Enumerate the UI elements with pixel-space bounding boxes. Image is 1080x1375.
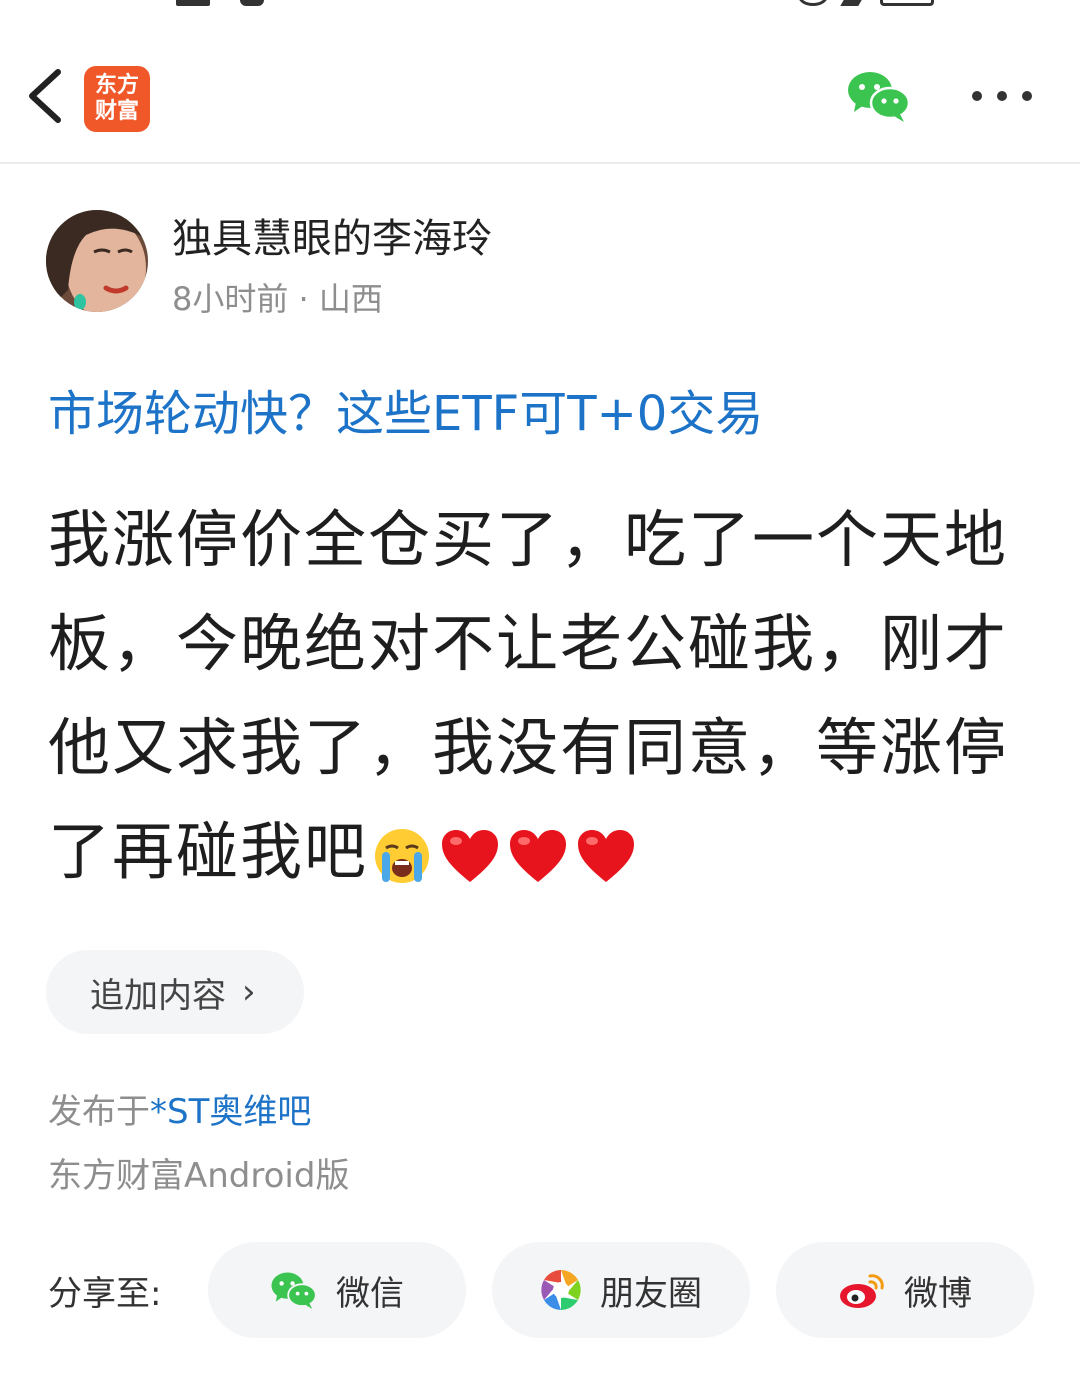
logo-text-top: 东方 [94, 72, 139, 98]
post-body: 我涨停价全仓买了，吃了一个天地板，今晚绝对不让老公碰我，刚才他又求我了，我没有同… [48, 488, 1048, 904]
top-nav-bar: 东方 财富 [0, 30, 1080, 164]
share-wechat-button[interactable]: 微信 [208, 1242, 466, 1338]
chevron-right-icon: › [242, 972, 256, 1012]
published-prefix: 发布于 [48, 1092, 150, 1132]
avatar-image [46, 210, 148, 312]
stock-bar-link[interactable]: *ST奥维吧 [150, 1092, 311, 1132]
append-content-button[interactable]: 追加内容 › [46, 950, 304, 1034]
more-dots-icon [972, 91, 982, 101]
heart-icon [510, 829, 567, 882]
share-moments-label: 朋友圈 [600, 1273, 702, 1314]
post-meta: 8小时前 · 山西 [172, 280, 383, 318]
more-options-button[interactable] [972, 86, 1032, 106]
eastmoney-logo: 东方 财富 [84, 66, 150, 132]
signal-icon [176, 0, 210, 6]
moments-icon [541, 1270, 581, 1310]
heart-icon [442, 829, 499, 882]
loudly-crying-face-icon [375, 828, 430, 883]
append-content-label: 追加内容 [90, 975, 226, 1016]
share-label: 分享至: [48, 1274, 162, 1314]
share-weibo-button[interactable]: 微博 [776, 1242, 1034, 1338]
wechat-share-button[interactable] [846, 70, 912, 122]
logo-text-bottom: 财富 [94, 98, 139, 124]
status-bar [0, 0, 1080, 12]
chevron-left-icon [29, 69, 61, 123]
more-dot [997, 91, 1007, 101]
share-wechat-label: 微信 [336, 1273, 404, 1314]
alarm-icon [798, 0, 828, 6]
back-button[interactable] [22, 66, 72, 126]
avatar[interactable] [46, 210, 148, 312]
bluetooth-icon [840, 0, 862, 6]
more-dot [1022, 91, 1032, 101]
wechat-icon [271, 1272, 317, 1309]
published-in: 发布于*ST奥维吧 [48, 1084, 311, 1133]
share-moments-button[interactable]: 朋友圈 [492, 1242, 750, 1338]
author-name[interactable]: 独具慧眼的李海玲 [172, 206, 492, 264]
topic-link[interactable]: 市场轮动快？这些ETF可T+0交易 [48, 374, 763, 444]
heart-icon [578, 829, 635, 882]
emoji-group [372, 826, 644, 886]
battery-icon [880, 0, 934, 6]
wifi-icon [240, 0, 264, 6]
wechat-icon [848, 72, 911, 122]
weibo-icon [840, 1274, 884, 1308]
client-source: 东方财富Android版 [48, 1156, 350, 1196]
share-weibo-label: 微博 [904, 1273, 972, 1314]
